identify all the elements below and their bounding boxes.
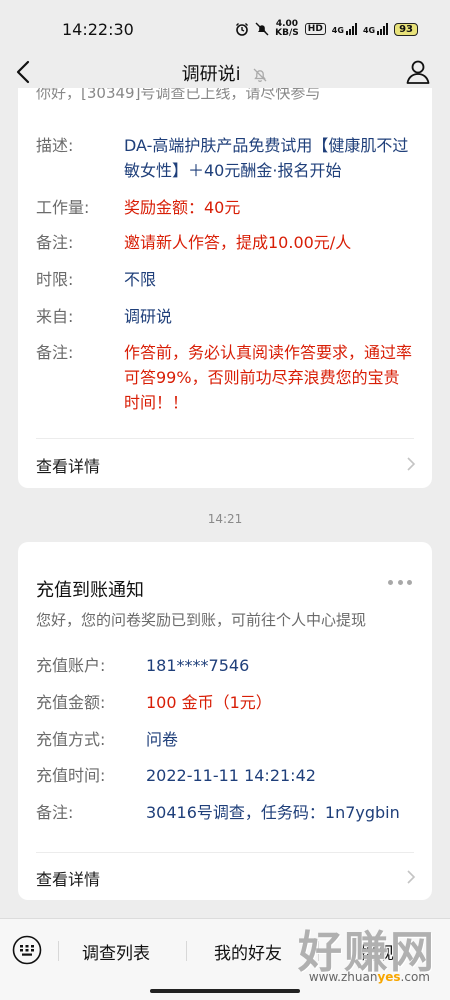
profile-icon[interactable] <box>404 58 432 86</box>
divider <box>36 438 414 439</box>
message-timestamp: 14:21 <box>207 512 243 526</box>
menu-separator <box>58 941 59 961</box>
info-row-time-limit: 时限: 不限 <box>36 270 157 289</box>
signal-bars-icon <box>345 23 357 35</box>
card-intro-text: 你好，[30349]号调查已上线，请尽快参与 <box>36 88 321 102</box>
keyboard-toggle-icon[interactable] <box>12 935 42 965</box>
menu-separator <box>186 941 187 961</box>
hd-badge: HD <box>304 23 326 35</box>
chat-title: 调研说i <box>181 64 241 85</box>
home-indicator[interactable] <box>150 989 300 993</box>
info-row-workload: 工作量: 奖励金额：40元 <box>36 198 241 217</box>
card-greeting: 您好，您的问卷奖励已到账，可前往个人中心提现 <box>36 611 367 629</box>
site-watermark: 好赚网 www.zhuanyes.com <box>286 916 436 992</box>
battery-indicator: 93 <box>394 22 418 36</box>
recharge-notice-card[interactable]: 充值到账通知 您好，您的问卷奖励已到账，可前往个人中心提现 充值账户: 181*… <box>18 542 432 900</box>
signal-1: 4G <box>332 23 357 35</box>
info-row-source: 来自: 调研说 <box>36 307 173 326</box>
chevron-right-icon <box>407 457 416 471</box>
info-row-method: 充值方式: 问卷 <box>36 730 179 749</box>
info-row-warning: 备注: 作答前，务必认真阅读作答要求，通过率可答99%，否则前功尽弃浪费您的宝贵… <box>36 343 413 412</box>
info-row-remark: 备注: 30416号调查，任务码：1n7ygbin <box>36 803 400 822</box>
status-icons: 4.00 KB/S HD 4G 4G 93 <box>235 20 418 38</box>
menu-item-survey-list[interactable]: 调查列表 <box>82 939 150 964</box>
divider <box>36 852 414 853</box>
alarm-icon <box>236 23 249 36</box>
card-title: 充值到账通知 <box>36 580 144 601</box>
chat-title-wrap: 调研说i <box>0 60 450 86</box>
mute-bell-icon <box>253 68 267 82</box>
info-row-time: 充值时间: 2022-11-11 14:21:42 <box>36 766 316 785</box>
net-speed: 4.00 KB/S <box>275 19 299 38</box>
view-details-link[interactable]: 查看详情 <box>36 453 100 477</box>
info-row-description: 描述: DA-高端护肤产品免费试用【健康肌不过敏女性】＋40元酬金·报名开始 <box>36 136 409 180</box>
chevron-right-icon <box>407 870 416 884</box>
mute-icon <box>255 22 269 36</box>
view-details-link[interactable]: 查看详情 <box>36 866 100 890</box>
info-row-account: 充值账户: 181****7546 <box>36 656 250 675</box>
info-row-amount: 充值金额: 100 金币（1元） <box>36 693 272 712</box>
survey-message-card[interactable]: 你好，[30349]号调查已上线，请尽快参与 描述: DA-高端护肤产品免费试用… <box>18 88 432 488</box>
signal-bars-icon <box>377 23 389 35</box>
signal-2: 4G <box>363 23 389 35</box>
watermark-url: www.zhuanyes.com <box>308 970 430 984</box>
status-time: 14:22:30 <box>62 20 134 39</box>
info-row-note: 备注: 邀请新人作答，提成10.00元/人 <box>36 233 352 252</box>
more-options-icon[interactable] <box>388 580 412 588</box>
menu-item-my-friends[interactable]: 我的好友 <box>214 939 282 964</box>
status-bar: 14:22:30 4.00 KB/S HD 4G 4G 93 <box>0 0 450 50</box>
